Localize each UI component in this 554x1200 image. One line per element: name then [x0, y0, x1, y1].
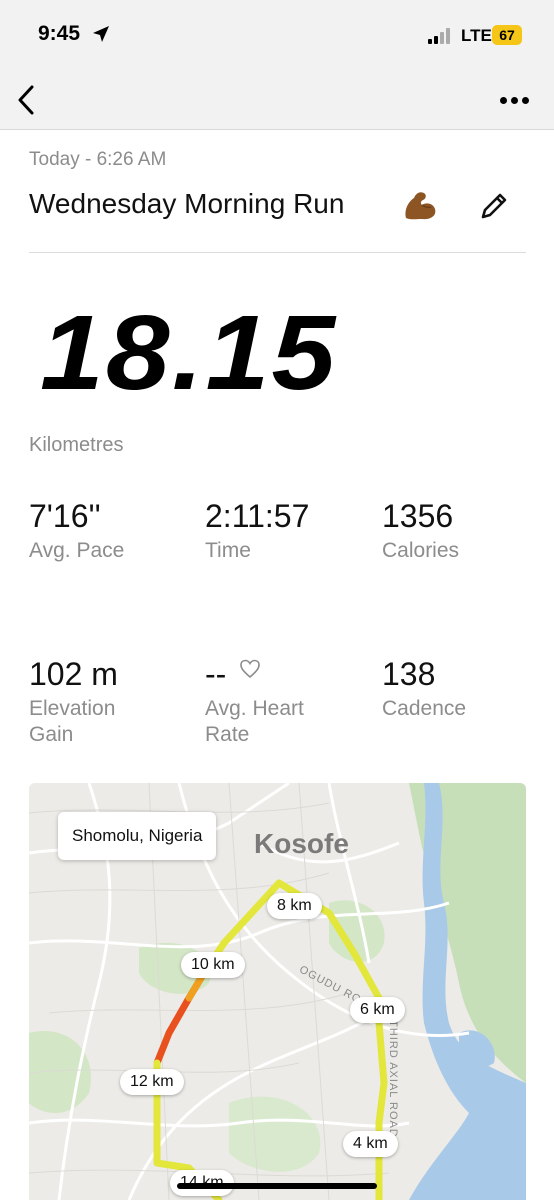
road-label-third-axial: THIRD AXIAL ROAD: [386, 1020, 399, 1138]
navigation-bar: [0, 72, 554, 130]
stat-label: Elevation Gain: [29, 697, 116, 746]
location-arrow-icon: [93, 26, 109, 42]
network-type: LTE: [461, 26, 492, 45]
stat-label: Time: [205, 539, 251, 562]
more-horizontal-icon: [499, 96, 507, 104]
stat-value: 2:11:57: [205, 498, 310, 534]
pencil-icon: [481, 193, 507, 219]
distance-value: 18.15: [40, 294, 338, 412]
battery-icon: 67: [492, 25, 522, 45]
header-divider: [29, 252, 526, 253]
stat-value: --: [205, 658, 335, 690]
km-marker-8: 8 km: [267, 893, 322, 919]
stat-elevation-gain: 102 m Elevation Gain: [29, 658, 159, 748]
stat-value: 7'16'': [29, 498, 101, 534]
stat-label: Cadence: [382, 697, 467, 720]
stat-cadence: 138 Cadence: [382, 658, 542, 722]
activity-date: Today - 6:26 AM: [29, 149, 167, 170]
distance-unit: Kilometres: [29, 434, 124, 456]
heart-icon: [240, 659, 261, 679]
activity-title: Wednesday Morning Run: [29, 188, 345, 219]
stat-value: 138: [382, 656, 436, 692]
status-time: 9:45: [38, 22, 81, 45]
back-button[interactable]: [8, 82, 44, 118]
stat-calories: 1356 Calories: [382, 500, 542, 564]
location-badge: Shomolu, Nigeria: [58, 812, 217, 860]
more-options-button[interactable]: [492, 86, 536, 114]
km-marker-12: 12 km: [120, 1069, 184, 1095]
home-indicator[interactable]: [177, 1183, 377, 1189]
stat-label: Avg. Heart Rate: [205, 697, 304, 746]
map-place-label: Kosofe: [254, 828, 349, 859]
flexed-biceps-icon: [405, 192, 436, 220]
stat-avg-pace: 7'16'' Avg. Pace: [29, 500, 189, 564]
stat-label: Calories: [382, 539, 460, 562]
edit-button[interactable]: [476, 188, 512, 224]
stat-avg-heart-rate: -- Avg. Heart Rate: [205, 658, 335, 748]
km-marker-6: 6 km: [350, 997, 405, 1023]
stat-value: 1356: [382, 498, 454, 534]
stat-label: Avg. Pace: [29, 539, 125, 562]
km-marker-10: 10 km: [181, 952, 245, 978]
stat-time: 2:11:57 Time: [205, 500, 365, 564]
stat-value: 102 m: [29, 656, 118, 692]
chevron-left-icon: [18, 85, 34, 115]
heart-rate-value: --: [205, 656, 227, 692]
cellular-signal-icon: [428, 28, 454, 44]
status-bar: 9:45 LTE 67: [0, 0, 554, 72]
km-marker-4: 4 km: [343, 1131, 398, 1157]
